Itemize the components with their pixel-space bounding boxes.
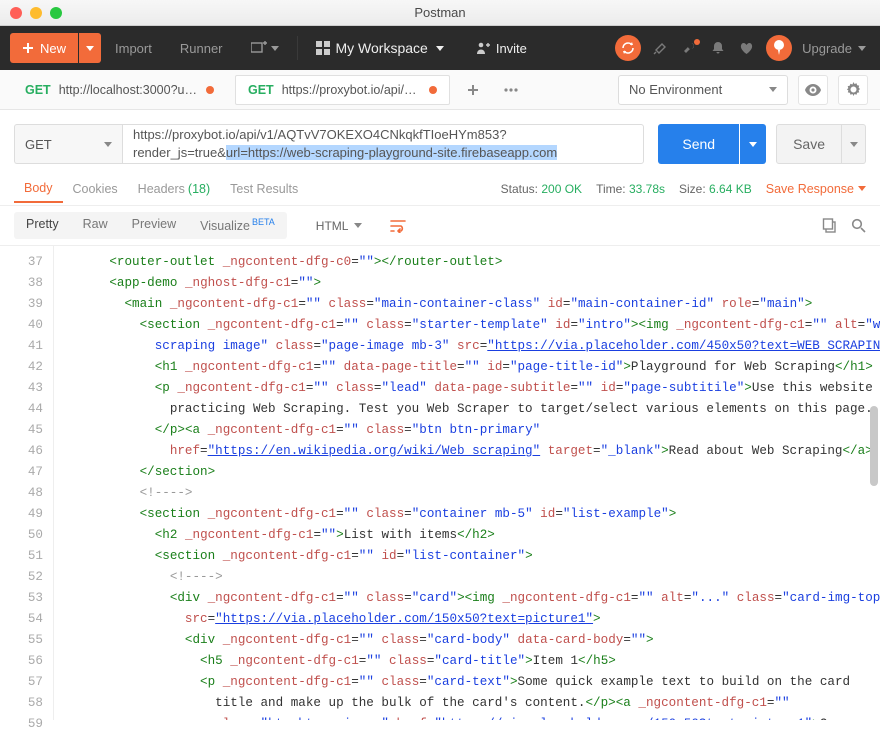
new-button-caret[interactable]	[79, 33, 101, 63]
search-icon[interactable]	[851, 218, 866, 233]
view-raw[interactable]: Raw	[71, 212, 120, 238]
plus-icon	[22, 42, 34, 54]
url-input[interactable]: https://proxybot.io/api/v1/AQTvV7OKEXO4C…	[122, 124, 644, 164]
wrench-icon[interactable]	[682, 41, 697, 56]
format-label: HTML	[316, 219, 349, 233]
save-button[interactable]: Save	[776, 124, 842, 164]
chevron-down-icon	[104, 142, 112, 147]
view-visualize[interactable]: VisualizeBETA	[188, 212, 287, 238]
view-pills: Pretty Raw Preview VisualizeBETA	[14, 212, 287, 238]
body-view-row: Pretty Raw Preview VisualizeBETA HTML	[0, 206, 880, 246]
main-toolbar: New Import Runner My Workspace Invite Up…	[0, 26, 880, 70]
chevron-down-icon	[769, 87, 777, 92]
toolbar-right-icons	[653, 41, 754, 56]
tab-test-results[interactable]: Test Results	[220, 176, 308, 202]
request-tab[interactable]: GET http://localhost:3000?url=https:...	[12, 75, 227, 105]
workspace-switcher[interactable]: My Workspace	[302, 33, 458, 63]
new-window-icon	[251, 41, 267, 55]
view-preview[interactable]: Preview	[120, 212, 188, 238]
environment-quicklook[interactable]	[798, 75, 828, 105]
new-window-button[interactable]	[237, 33, 293, 63]
chevron-down-icon	[858, 46, 866, 51]
tab-title: http://localhost:3000?url=https:...	[59, 83, 198, 97]
environment-select[interactable]: No Environment	[618, 75, 788, 105]
view-pretty[interactable]: Pretty	[14, 212, 71, 238]
invite-label: Invite	[496, 41, 527, 56]
save-response-button[interactable]: Save Response	[766, 182, 866, 196]
beta-badge: BETA	[252, 217, 275, 227]
size-value: 6.64 KB	[709, 182, 752, 196]
line-gutter: 3738394041424344454647484950515253545556…	[0, 246, 54, 720]
balloon-icon	[772, 40, 786, 56]
plus-icon	[467, 84, 479, 96]
upgrade-label: Upgrade	[802, 41, 852, 56]
tab-cookies[interactable]: Cookies	[63, 176, 128, 202]
unsaved-dot-icon	[429, 86, 437, 94]
workspace-label: My Workspace	[336, 40, 428, 56]
heart-icon[interactable]	[739, 41, 754, 55]
import-button[interactable]: Import	[101, 33, 166, 63]
wrap-icon	[390, 219, 406, 233]
satellite-icon[interactable]	[653, 41, 668, 56]
settings-button[interactable]	[838, 75, 868, 105]
url-line: render_js=true&url=https://web-scraping-…	[133, 144, 557, 162]
send-caret-button[interactable]	[740, 124, 766, 164]
time-value: 33.78s	[629, 182, 665, 196]
headers-label: Headers	[138, 182, 185, 196]
workspace-grid-icon	[316, 41, 330, 55]
gear-icon	[846, 82, 861, 97]
runner-button[interactable]: Runner	[166, 33, 237, 63]
vertical-scrollbar[interactable]	[870, 406, 878, 486]
eye-icon	[805, 84, 821, 96]
invite-icon	[476, 41, 490, 55]
send-button-group: Send	[658, 124, 766, 164]
copy-icon[interactable]	[822, 218, 837, 233]
request-tabstrip: GET http://localhost:3000?url=https:... …	[0, 70, 880, 110]
environment-area: No Environment	[618, 75, 868, 105]
request-tab[interactable]: GET https://proxybot.io/api/v1/AQT...	[235, 75, 450, 105]
save-button-group: Save	[776, 124, 866, 164]
tab-body[interactable]: Body	[14, 175, 63, 203]
chevron-down-icon	[436, 46, 444, 51]
save-caret-button[interactable]	[842, 124, 866, 164]
bell-icon[interactable]	[711, 41, 725, 56]
code-content[interactable]: <router-outlet _ngcontent-dfg-c0=""></ro…	[54, 246, 880, 720]
upgrade-button[interactable]: Upgrade	[802, 41, 866, 56]
headers-count: (18)	[188, 182, 210, 196]
new-button-label: New	[40, 41, 66, 56]
url-line: https://proxybot.io/api/v1/AQTvV7OKEXO4C…	[133, 126, 507, 144]
tab-method: GET	[25, 83, 51, 97]
tab-method: GET	[248, 83, 274, 97]
http-method-select[interactable]: GET	[14, 124, 122, 164]
response-tabbar: Body Cookies Headers(18) Test Results St…	[0, 172, 880, 206]
unsaved-dot-icon	[206, 86, 214, 94]
invite-button[interactable]: Invite	[476, 41, 527, 56]
method-label: GET	[25, 137, 52, 152]
sync-button[interactable]	[615, 35, 641, 61]
response-body: 3738394041424344454647484950515253545556…	[0, 246, 880, 720]
send-button[interactable]: Send	[658, 124, 739, 164]
tab-overflow-button[interactable]	[496, 75, 526, 105]
new-button[interactable]: New	[10, 33, 101, 63]
window-titlebar: Postman	[0, 0, 880, 26]
tab-title: https://proxybot.io/api/v1/AQT...	[282, 83, 421, 97]
user-avatar[interactable]	[766, 35, 792, 61]
status-value: 200 OK	[541, 182, 582, 196]
request-row: GET https://proxybot.io/api/v1/AQTvV7OKE…	[0, 110, 880, 172]
environment-label: No Environment	[629, 82, 722, 97]
add-tab-button[interactable]	[458, 75, 488, 105]
tab-headers[interactable]: Headers(18)	[128, 176, 220, 202]
toggle-wrap-button[interactable]	[385, 213, 411, 239]
chevron-down-icon	[354, 223, 362, 228]
ellipsis-icon	[504, 88, 518, 92]
body-format-select[interactable]: HTML	[305, 213, 374, 239]
window-title: Postman	[0, 5, 880, 20]
response-status: Status: 200 OK Time: 33.78s Size: 6.64 K…	[501, 182, 866, 196]
sync-icon	[621, 41, 635, 55]
